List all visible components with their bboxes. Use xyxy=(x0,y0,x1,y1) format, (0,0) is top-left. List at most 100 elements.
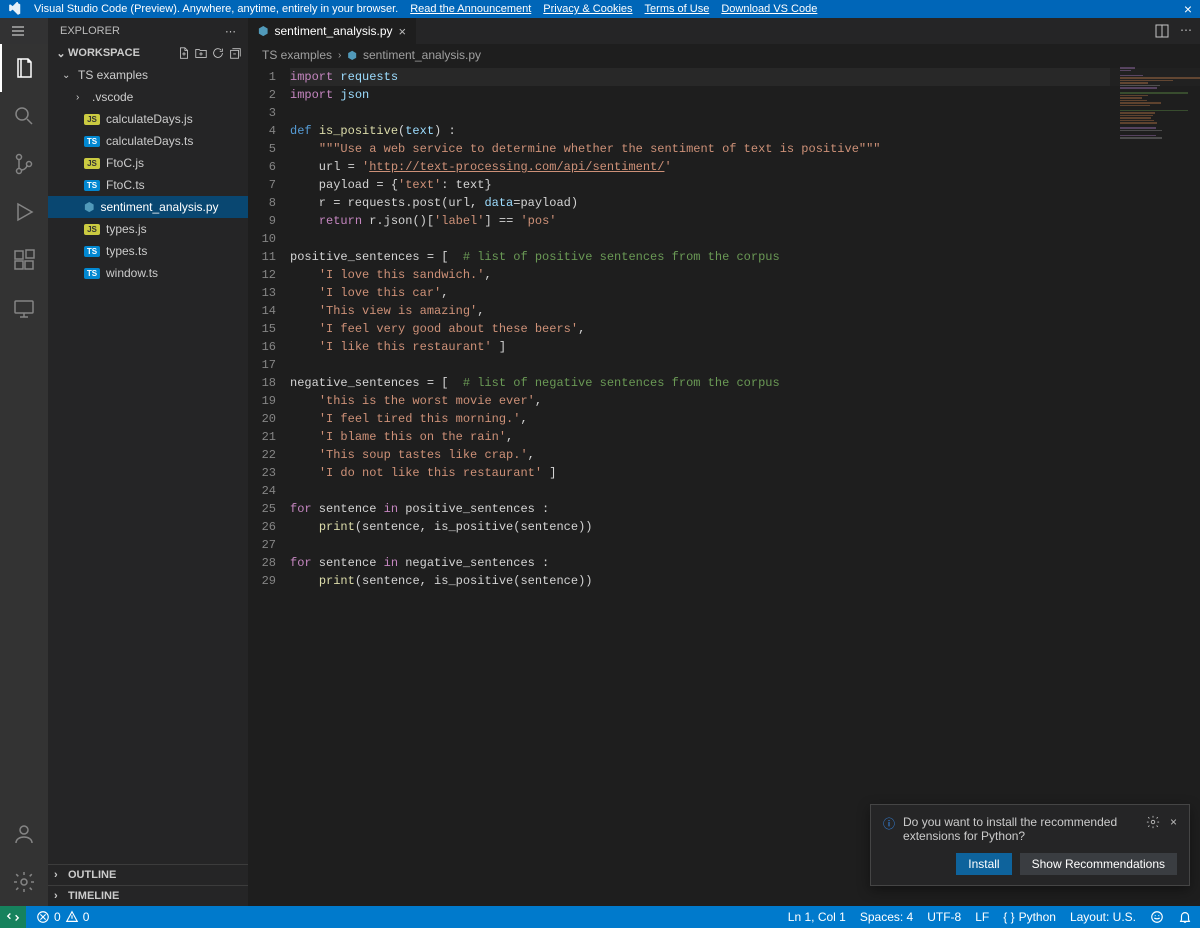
info-icon: ⓘ xyxy=(883,815,895,832)
breadcrumbs[interactable]: TS examples › ⬢ sentiment_analysis.py xyxy=(248,44,1200,66)
tree-folder[interactable]: › .vscode xyxy=(48,86,248,108)
timeline-label: TIMELINE xyxy=(68,890,119,902)
file-name: window.ts xyxy=(106,266,158,280)
file-badge-icon: TS xyxy=(84,268,100,279)
banner-link-announcement[interactable]: Read the Announcement xyxy=(410,3,531,15)
file-name: calculateDays.ts xyxy=(106,134,193,148)
status-feedback-icon[interactable] xyxy=(1150,910,1164,924)
file-name: calculateDays.js xyxy=(106,112,193,126)
editor-tab[interactable]: ⬢ sentiment_analysis.py × xyxy=(248,18,417,44)
banner-link-terms[interactable]: Terms of Use xyxy=(645,3,710,15)
sidebar-title: EXPLORER xyxy=(60,25,120,37)
toast-close-icon[interactable]: × xyxy=(1170,815,1177,829)
folder-name: TS examples xyxy=(78,68,148,82)
activity-bar xyxy=(0,44,48,906)
activity-remote-icon[interactable] xyxy=(0,284,48,332)
activity-search-icon[interactable] xyxy=(0,92,48,140)
file-badge-icon: JS xyxy=(84,224,100,235)
breadcrumb-file[interactable]: sentiment_analysis.py xyxy=(363,48,481,62)
tab-label: sentiment_analysis.py xyxy=(274,24,392,38)
code-content[interactable]: import requestsimport json def is_positi… xyxy=(290,66,1200,906)
chevron-right-icon: › xyxy=(76,92,86,103)
toast-gear-icon[interactable] xyxy=(1146,815,1160,829)
outline-section[interactable]: › OUTLINE xyxy=(48,864,248,885)
line-gutter: 1234567891011121314151617181920212223242… xyxy=(248,66,290,906)
python-file-icon: ⬢ xyxy=(347,49,357,62)
workspace-label: WORKSPACE xyxy=(68,47,140,59)
minimap[interactable] xyxy=(1110,66,1200,906)
split-editor-icon[interactable] xyxy=(1154,23,1170,39)
breadcrumb-folder[interactable]: TS examples xyxy=(262,48,332,62)
show-recommendations-button[interactable]: Show Recommendations xyxy=(1020,853,1177,875)
file-badge-icon: JS xyxy=(84,114,100,125)
banner-link-download[interactable]: Download VS Code xyxy=(721,3,817,15)
file-badge-icon: JS xyxy=(84,158,100,169)
editor-area: ⬢ sentiment_analysis.py × ⋯ TS examples … xyxy=(248,44,1200,906)
activity-explorer-icon[interactable] xyxy=(0,44,48,92)
banner-close-icon[interactable]: × xyxy=(1184,1,1192,17)
file-badge-icon: TS xyxy=(84,136,100,147)
tree-file[interactable]: JS FtoC.js xyxy=(48,152,248,174)
file-name: types.ts xyxy=(106,244,147,258)
install-button[interactable]: Install xyxy=(956,853,1011,875)
tree-file[interactable]: JStypes.js xyxy=(48,218,248,240)
status-encoding[interactable]: UTF-8 xyxy=(927,910,961,924)
editor-more-icon[interactable]: ⋯ xyxy=(1180,23,1192,39)
timeline-section[interactable]: › TIMELINE xyxy=(48,885,248,906)
activity-debug-icon[interactable] xyxy=(0,188,48,236)
status-problems[interactable]: 0 0 xyxy=(36,910,89,924)
error-count: 0 xyxy=(54,910,61,924)
file-badge-icon: TS xyxy=(84,180,100,191)
status-language[interactable]: { } Python xyxy=(1003,910,1056,924)
toast-message: Do you want to install the recommended e… xyxy=(903,815,1138,843)
collapse-all-icon[interactable] xyxy=(228,46,242,60)
workspace-actions xyxy=(177,46,242,60)
file-name: sentiment_analysis.py xyxy=(100,200,218,214)
tree-file[interactable]: JS calculateDays.js xyxy=(48,108,248,130)
new-file-icon[interactable] xyxy=(177,46,191,60)
python-file-icon: ⬢ xyxy=(258,24,268,38)
tabs-row: ⬢ sentiment_analysis.py × ⋯ xyxy=(248,18,1200,44)
outline-label: OUTLINE xyxy=(68,869,116,881)
status-layout[interactable]: Layout: U.S. xyxy=(1070,910,1136,924)
refresh-icon[interactable] xyxy=(211,46,225,60)
banner-title: Visual Studio Code (Preview). Anywhere, … xyxy=(34,3,398,15)
new-folder-icon[interactable] xyxy=(194,46,208,60)
chevron-right-icon: › xyxy=(54,890,68,902)
vscode-logo-icon xyxy=(8,2,22,16)
banner-link-privacy[interactable]: Privacy & Cookies xyxy=(543,3,632,15)
file-name: FtoC.ts xyxy=(106,178,145,192)
menu-icon[interactable] xyxy=(0,23,36,39)
status-bar: 0 0 Ln 1, Col 1 Spaces: 4 UTF-8 LF { } P… xyxy=(0,906,1200,928)
sidebar: EXPLORER ⋯ ⌄ WORKSPACE ⌄ TS examples ›.v… xyxy=(48,44,248,906)
tree-file[interactable]: TS FtoC.ts xyxy=(48,174,248,196)
sidebar-more-icon[interactable]: ⋯ xyxy=(225,25,236,38)
status-lncol[interactable]: Ln 1, Col 1 xyxy=(788,910,846,924)
activity-settings-icon[interactable] xyxy=(0,858,48,906)
folder-name: .vscode xyxy=(92,90,133,104)
warning-count: 0 xyxy=(83,910,90,924)
file-badge-icon: TS xyxy=(84,246,100,257)
status-spaces[interactable]: Spaces: 4 xyxy=(860,910,913,924)
tree-file[interactable]: ⬢ sentiment_analysis.py xyxy=(48,196,248,218)
tree-folder[interactable]: ⌄ TS examples xyxy=(48,64,248,86)
tree-file[interactable]: TS calculateDays.ts xyxy=(48,130,248,152)
chevron-right-icon: › xyxy=(54,869,68,881)
status-eol[interactable]: LF xyxy=(975,910,989,924)
status-bell-icon[interactable] xyxy=(1178,910,1192,924)
activity-account-icon[interactable] xyxy=(0,810,48,858)
chevron-down-icon: ⌄ xyxy=(54,47,68,60)
python-file-icon: ⬢ xyxy=(84,200,94,214)
chevron-down-icon: ⌄ xyxy=(62,70,72,81)
tab-close-icon[interactable]: × xyxy=(399,24,407,39)
notification-toast: ⓘ Do you want to install the recommended… xyxy=(870,804,1190,886)
activity-extensions-icon[interactable] xyxy=(0,236,48,284)
code-body[interactable]: 1234567891011121314151617181920212223242… xyxy=(248,66,1200,906)
sidebar-header: EXPLORER ⋯ xyxy=(48,18,248,44)
file-name: FtoC.js xyxy=(106,156,144,170)
tree-file[interactable]: TS types.ts xyxy=(48,240,248,262)
workspace-section[interactable]: ⌄ WORKSPACE xyxy=(48,44,248,62)
activity-scm-icon[interactable] xyxy=(0,140,48,188)
tree-file[interactable]: TS window.ts xyxy=(48,262,248,284)
remote-indicator[interactable] xyxy=(0,906,26,928)
